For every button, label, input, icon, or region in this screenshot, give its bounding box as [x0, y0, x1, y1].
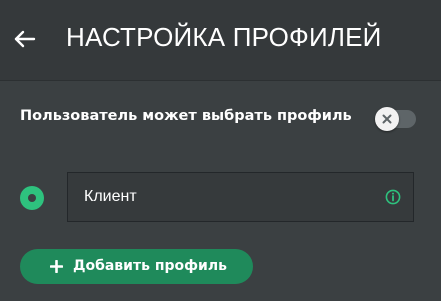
header-bar: НАСТРОЙКА ПРОФИЛЕЙ — [0, 0, 441, 81]
plus-icon — [50, 260, 63, 273]
arrow-left-icon[interactable] — [12, 26, 38, 52]
profile-name-value: Клиент — [84, 188, 137, 205]
allow-user-choose-label: Пользователь может выбрать профиль — [20, 108, 352, 124]
add-profile-label: Добавить профиль — [73, 258, 227, 274]
profile-settings-screen: НАСТРОЙКА ПРОФИЛЕЙ Пользователь может вы… — [0, 0, 441, 301]
close-icon — [382, 114, 392, 124]
profile-radio-selected[interactable] — [20, 186, 44, 210]
page-title: НАСТРОЙКА ПРОФИЛЕЙ — [66, 22, 382, 52]
radio-dot — [28, 194, 36, 202]
info-icon[interactable] — [385, 189, 401, 205]
toggle-knob — [375, 107, 399, 131]
profile-name-field[interactable]: Клиент — [67, 172, 414, 222]
allow-user-choose-toggle[interactable] — [375, 107, 416, 131]
add-profile-button[interactable]: Добавить профиль — [20, 249, 253, 284]
